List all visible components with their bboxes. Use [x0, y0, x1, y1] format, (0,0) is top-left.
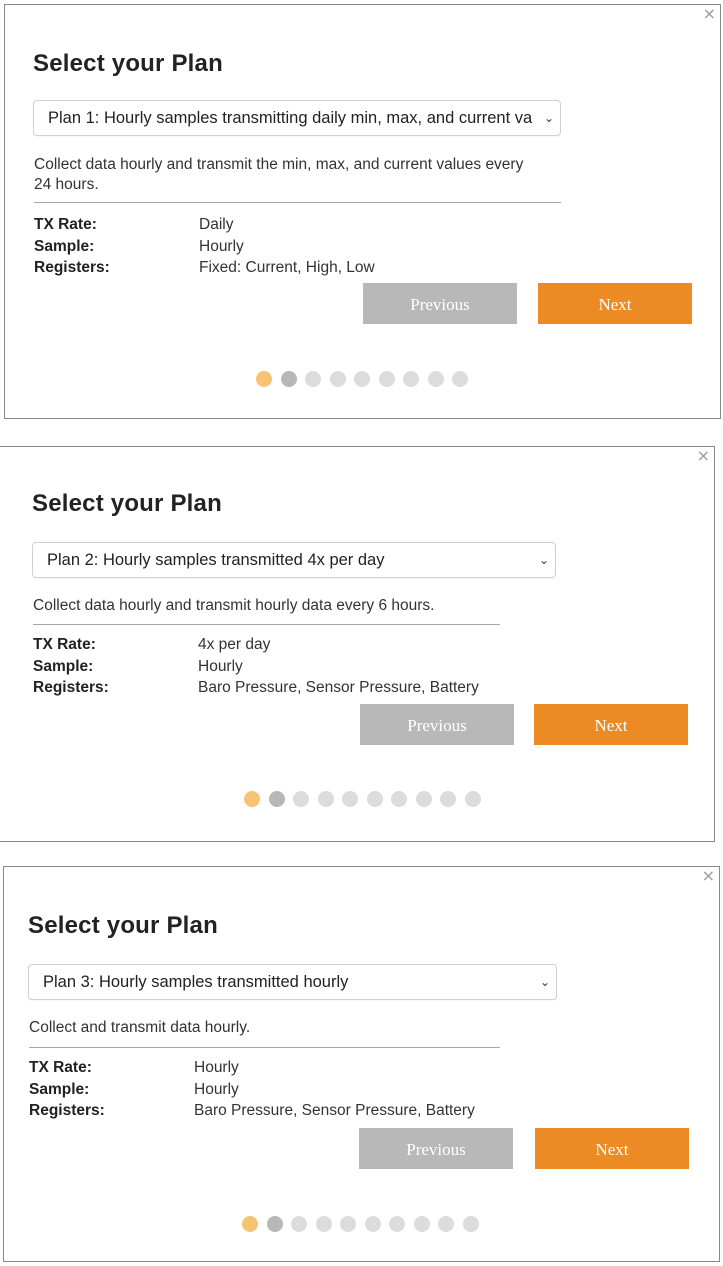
pagination-dot-active[interactable]: [242, 1216, 258, 1232]
plan-specs: TX Rate: Hourly Sample: Hourly Registers…: [29, 1057, 475, 1122]
pagination-dot[interactable]: [438, 1216, 454, 1232]
pagination-dot[interactable]: [293, 791, 309, 807]
plan-select[interactable]: Plan 3: Hourly samples transmitted hourl…: [28, 964, 557, 1000]
spec-value: Hourly: [194, 1080, 239, 1098]
pagination-dot[interactable]: [354, 371, 370, 387]
divider: [34, 202, 561, 203]
pagination-dots: [244, 791, 481, 807]
spec-label: Sample:: [29, 1080, 90, 1098]
pagination-dot[interactable]: [268, 791, 285, 807]
pagination-dot[interactable]: [440, 791, 456, 807]
plan-select-value: Plan 3: Hourly samples transmitted hourl…: [43, 973, 349, 991]
spec-value: Baro Pressure, Sensor Pressure, Battery: [194, 1102, 475, 1119]
previous-button[interactable]: Previous: [360, 704, 514, 745]
dialog-title: Select your Plan: [33, 50, 223, 77]
pagination-dot[interactable]: [315, 1216, 332, 1232]
plan-description: Collect and transmit data hourly.: [29, 1019, 251, 1036]
divider: [29, 1047, 500, 1048]
spec-row-tx-rate: TX Rate: Daily: [34, 214, 375, 236]
plan-select-value: Plan 1: Hourly samples transmitting dail…: [48, 109, 533, 127]
pagination-dot[interactable]: [389, 1216, 405, 1232]
plan-description: Collect data hourly and transmit the min…: [34, 156, 524, 193]
close-icon[interactable]: ×: [703, 6, 716, 22]
pagination-dot[interactable]: [415, 791, 432, 807]
plan-description: Collect data hourly and transmit hourly …: [33, 597, 435, 614]
close-icon[interactable]: ×: [697, 448, 710, 464]
divider: [33, 624, 500, 625]
pagination-dot[interactable]: [413, 1216, 430, 1232]
spec-label: Sample:: [34, 237, 95, 255]
plan-specs: TX Rate: 4x per day Sample: Hourly Regis…: [33, 634, 479, 699]
pagination-dot[interactable]: [366, 791, 383, 807]
spec-value: Hourly: [194, 1059, 239, 1076]
spec-row-sample: Sample: Hourly: [34, 236, 375, 258]
spec-value: Hourly: [198, 657, 243, 675]
pagination-dot[interactable]: [340, 1216, 356, 1232]
spec-value: Baro Pressure, Sensor Pressure, Battery: [198, 679, 479, 696]
pagination-dot-active[interactable]: [256, 371, 272, 387]
pagination-dot[interactable]: [329, 371, 346, 387]
plan-select[interactable]: Plan 1: Hourly samples transmitting dail…: [33, 100, 561, 136]
pagination-dot-active[interactable]: [244, 791, 260, 807]
pagination-dot[interactable]: [452, 371, 468, 387]
pagination-dot[interactable]: [462, 1216, 479, 1232]
pagination-dot[interactable]: [464, 791, 481, 807]
chevron-down-icon: ⌄: [539, 975, 550, 989]
plan-select-value: Plan 2: Hourly samples transmitted 4x pe…: [47, 551, 385, 569]
plan-dialog-3: × Select your Plan Plan 3: Hourly sample…: [3, 866, 720, 1262]
chevron-down-icon: ⌄: [538, 553, 549, 567]
spec-row-registers: Registers: Baro Pressure, Sensor Pressur…: [29, 1100, 475, 1122]
spec-label: Registers:: [33, 679, 109, 696]
close-icon[interactable]: ×: [702, 868, 715, 884]
spec-label: Sample:: [33, 657, 94, 675]
plan-select[interactable]: Plan 2: Hourly samples transmitted 4x pe…: [32, 542, 556, 578]
spec-label: Registers:: [29, 1102, 105, 1119]
spec-label: TX Rate:: [33, 636, 96, 653]
plan-dialog-1: × Select your Plan Plan 1: Hourly sample…: [4, 4, 721, 419]
previous-button[interactable]: Previous: [359, 1128, 513, 1169]
spec-value: 4x per day: [198, 636, 271, 653]
pagination-dot[interactable]: [305, 371, 321, 387]
pagination-dot[interactable]: [291, 1216, 307, 1232]
next-button[interactable]: Next: [534, 704, 688, 745]
dialog-title: Select your Plan: [28, 912, 218, 939]
dialog-title: Select your Plan: [32, 490, 222, 517]
pagination-dot[interactable]: [317, 791, 334, 807]
pagination-dot[interactable]: [364, 1216, 381, 1232]
spec-label: TX Rate:: [29, 1059, 92, 1076]
pagination-dot[interactable]: [280, 371, 297, 387]
spec-row-registers: Registers: Fixed: Current, High, Low: [34, 257, 375, 279]
pagination-dot[interactable]: [427, 371, 444, 387]
pagination-dot[interactable]: [342, 791, 358, 807]
spec-label: Registers:: [34, 259, 110, 276]
next-button[interactable]: Next: [538, 283, 692, 324]
spec-row-sample: Sample: Hourly: [33, 656, 479, 678]
pagination-dots: [242, 1216, 479, 1232]
chevron-down-icon: ⌄: [543, 111, 554, 125]
spec-row-registers: Registers: Baro Pressure, Sensor Pressur…: [33, 677, 479, 699]
pagination-dot[interactable]: [378, 371, 395, 387]
pagination-dot[interactable]: [266, 1216, 283, 1232]
plan-specs: TX Rate: Daily Sample: Hourly Registers:…: [34, 214, 375, 279]
plan-dialog-2: × Select your Plan Plan 2: Hourly sample…: [0, 446, 715, 842]
spec-value: Daily: [199, 216, 234, 233]
pagination-dots: [256, 371, 468, 387]
spec-row-tx-rate: TX Rate: Hourly: [29, 1057, 475, 1079]
spec-row-tx-rate: TX Rate: 4x per day: [33, 634, 479, 656]
pagination-dot[interactable]: [403, 371, 419, 387]
next-button[interactable]: Next: [535, 1128, 689, 1169]
spec-row-sample: Sample: Hourly: [29, 1079, 475, 1101]
spec-value: Hourly: [199, 237, 244, 255]
spec-value: Fixed: Current, High, Low: [199, 259, 375, 276]
pagination-dot[interactable]: [391, 791, 407, 807]
spec-label: TX Rate:: [34, 216, 97, 233]
previous-button[interactable]: Previous: [363, 283, 517, 324]
